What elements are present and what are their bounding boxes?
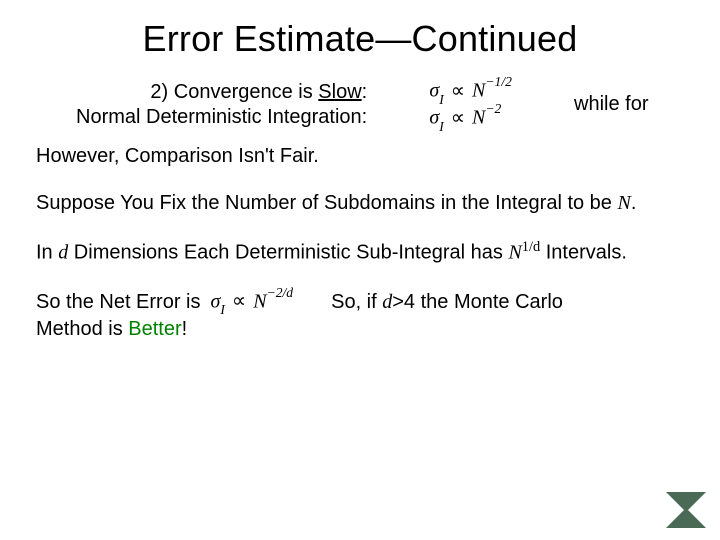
text: Dimensions Each Deterministic Sub-Integr… bbox=[68, 242, 508, 264]
text: >4 the Monte Carlo bbox=[392, 291, 563, 313]
subscript-I: I bbox=[220, 302, 225, 317]
var-d: d bbox=[58, 242, 68, 264]
subscript-I: I bbox=[439, 92, 444, 107]
text-net-error: So the Net Error is bbox=[36, 290, 201, 315]
text: In bbox=[36, 242, 58, 264]
var-N: N bbox=[253, 290, 266, 312]
hourglass-logo-icon bbox=[664, 490, 708, 530]
text: So, if bbox=[331, 291, 382, 313]
text-so-if: So, if d>4 the Monte Carlo bbox=[331, 290, 563, 315]
paragraph-comparison: However, Comparison Isn't Fair. bbox=[36, 144, 684, 169]
paragraph-net-error: So the Net Error is σI ∝ N−2/d So, if d>… bbox=[36, 288, 684, 343]
convergence-formulas: σI ∝ N−1/2 σI ∝ N−2 bbox=[425, 78, 516, 132]
text-method-better: Method is Better! bbox=[36, 317, 684, 342]
formula-sigma-n-minus-2-over-d: σI ∝ N−2/d bbox=[211, 288, 294, 318]
exp-minus-half: −1/2 bbox=[485, 74, 512, 89]
slide-body: 2) Convergence is Slow: Normal Determini… bbox=[36, 78, 684, 342]
var-N: N bbox=[508, 242, 521, 264]
slide-title: Error Estimate—Continued bbox=[36, 18, 684, 60]
text: Suppose You Fix the Number of Subdomains… bbox=[36, 192, 617, 214]
var-N: N bbox=[472, 107, 485, 129]
exp-minus-2-over-d: −2/d bbox=[267, 285, 294, 300]
text: 2) Convergence is bbox=[150, 81, 318, 103]
var-N: N bbox=[472, 80, 485, 102]
formula-sigma-n-minus-two: σI ∝ N−2 bbox=[429, 105, 512, 132]
slide: Error Estimate—Continued 2) Convergence … bbox=[0, 0, 720, 540]
text: Method is bbox=[36, 318, 128, 340]
var-d: d bbox=[382, 291, 392, 313]
text: ! bbox=[182, 318, 188, 340]
exp-minus-two: −2 bbox=[485, 101, 501, 116]
exp-1-over-d: 1/d bbox=[522, 239, 540, 255]
propto: ∝ bbox=[230, 290, 248, 312]
sigma: σ bbox=[211, 290, 221, 312]
text: : bbox=[362, 81, 368, 103]
while-for-text: while for bbox=[574, 92, 684, 117]
text: Intervals. bbox=[540, 242, 627, 264]
text: . bbox=[631, 192, 637, 214]
paragraph-fix-subdomains: Suppose You Fix the Number of Subdomains… bbox=[36, 191, 684, 216]
propto: ∝ bbox=[449, 107, 467, 129]
text: Normal Deterministic Integration: bbox=[76, 105, 367, 130]
propto: ∝ bbox=[449, 80, 467, 102]
slow-underlined: Slow bbox=[318, 81, 361, 103]
var-N: N bbox=[617, 192, 630, 214]
better-green: Better bbox=[128, 318, 181, 340]
convergence-row: 2) Convergence is Slow: Normal Determini… bbox=[36, 78, 684, 132]
subscript-I: I bbox=[439, 119, 444, 134]
paragraph-dimensions: In d Dimensions Each Deterministic Sub-I… bbox=[36, 238, 684, 266]
sigma: σ bbox=[429, 107, 439, 129]
convergence-left-text: 2) Convergence is Slow: Normal Determini… bbox=[36, 80, 367, 130]
sigma: σ bbox=[429, 80, 439, 102]
